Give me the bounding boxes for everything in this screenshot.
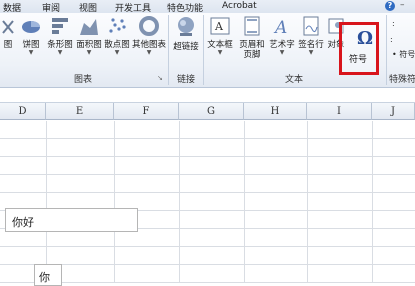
svg-text:A: A xyxy=(214,20,224,33)
column-header-h[interactable]: H xyxy=(244,103,307,120)
special-dots-icon[interactable]: : xyxy=(392,19,395,28)
pie-dropdown-icon: ▼ xyxy=(28,49,34,56)
wordart-dropdown-icon: ▼ xyxy=(279,49,285,56)
charts-dialog-launcher-icon[interactable]: ↘ xyxy=(157,74,163,82)
bar-dropdown-icon: ▼ xyxy=(57,49,63,56)
signature-dropdown-icon: ▼ xyxy=(308,49,314,56)
other-charts-icon xyxy=(139,16,159,36)
wordart-icon: A xyxy=(273,18,287,38)
links-group-label: 链接 xyxy=(176,75,195,85)
ribbon: 图 饼图 ▼ 条形图 ▼ 面积图 ▼ 散点图 ▼ 其他图表 ▼ 图表 ↘ 超链接… xyxy=(0,13,415,88)
signature-line-button[interactable]: 签名行 ▼ xyxy=(297,15,325,56)
special-dots-icon-2[interactable]: : xyxy=(390,35,393,44)
column-header-e[interactable]: E xyxy=(46,103,114,120)
header-footer-label-1: 页眉和 xyxy=(239,40,265,50)
header-footer-button[interactable]: 页眉和 页脚 xyxy=(237,15,267,60)
hyperlink-icon xyxy=(178,17,194,36)
charts-group-label: 图表 xyxy=(73,75,92,85)
formula-bar[interactable] xyxy=(0,88,415,103)
special-symbol-item[interactable]: • 符号 xyxy=(392,49,415,60)
group-separator xyxy=(168,15,169,85)
header-footer-icon xyxy=(244,16,260,36)
cell-nihao-text: 你好 xyxy=(12,216,34,229)
area-chart-icon xyxy=(80,19,98,35)
minimize-ribbon-icon[interactable]: – xyxy=(400,0,405,10)
other-charts-button[interactable]: 其他图表 ▼ xyxy=(131,15,167,56)
bar-chart-icon xyxy=(52,18,68,34)
menu-bar: 数据 审阅 视图 开发工具 特色功能 Acrobat ? – xyxy=(0,0,415,14)
hyperlink-label: 超链接 xyxy=(173,42,199,52)
wordart-button[interactable]: A 艺术字 ▼ xyxy=(267,15,297,56)
column-header-f[interactable]: F xyxy=(114,103,179,120)
omega-icon: Ω xyxy=(357,28,374,49)
chart-partial-button[interactable]: 图 xyxy=(0,15,16,50)
group-separator xyxy=(203,15,204,85)
symbol-label: 符号 xyxy=(349,55,368,65)
textbox-dropdown-icon: ▼ xyxy=(217,49,223,56)
scatter-chart-icon xyxy=(109,18,126,33)
chart-partial-icon xyxy=(2,20,14,34)
group-separator xyxy=(386,15,387,85)
bar-chart-button[interactable]: 条形图 ▼ xyxy=(45,15,75,56)
cell-nihao[interactable]: 你好 xyxy=(5,208,138,232)
other-dropdown-icon: ▼ xyxy=(146,49,152,56)
textbox-icon: A xyxy=(210,17,230,35)
column-header-d[interactable]: D xyxy=(0,103,46,120)
pie-chart-icon xyxy=(22,21,40,33)
column-header-i[interactable]: I xyxy=(307,103,372,120)
menu-acrobat[interactable]: Acrobat xyxy=(222,1,257,11)
scatter-dropdown-icon: ▼ xyxy=(114,49,120,56)
area-chart-button[interactable]: 面积图 ▼ xyxy=(75,15,103,56)
textbox-button[interactable]: A 文本框 ▼ xyxy=(205,15,235,56)
column-header-g[interactable]: G xyxy=(179,103,244,120)
area-dropdown-icon: ▼ xyxy=(86,49,92,56)
signature-line-icon xyxy=(303,16,319,36)
scatter-chart-button[interactable]: 散点图 ▼ xyxy=(103,15,131,56)
chart-partial-label: 图 xyxy=(3,40,13,50)
column-header-j[interactable]: J xyxy=(372,103,415,120)
hyperlink-button[interactable]: 超链接 xyxy=(172,15,200,52)
svg-text:A: A xyxy=(273,18,287,37)
header-footer-label-2: 页脚 xyxy=(243,50,261,60)
help-icon[interactable]: ? xyxy=(385,1,395,11)
pie-chart-button[interactable]: 饼图 ▼ xyxy=(17,15,45,56)
cell-ni-text: 你 xyxy=(39,271,50,284)
special-group-label: 特殊符 xyxy=(389,75,415,85)
